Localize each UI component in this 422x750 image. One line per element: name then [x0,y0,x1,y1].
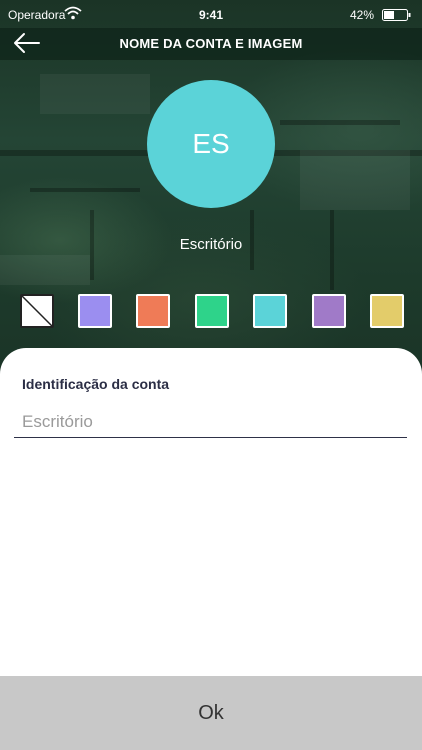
page-title: NOME DA CONTA E IMAGEM [119,36,303,51]
swatch-orange[interactable] [136,294,170,328]
swatch-none[interactable] [20,294,54,328]
swatch-purple[interactable] [312,294,346,328]
account-name-input[interactable] [14,406,407,438]
avatar-initials: ES [192,128,230,159]
avatar: ES [147,80,275,208]
status-bar: Operadora 9:41 42% [0,0,422,28]
account-name: Escritório [179,236,243,253]
battery-percent: 42% [349,8,374,22]
swatch-lavender[interactable] [78,294,112,328]
no-color-icon [22,296,52,326]
ok-button-label: Ok [198,701,224,724]
ok-button[interactable]: Ok [0,676,422,750]
swatch-cyan[interactable] [253,294,287,328]
battery-icon [382,9,411,21]
account-id-label: Identificação da conta [22,376,170,392]
form-sheet: Identificação da conta [0,348,422,676]
nav-bar: NOME DA CONTA E IMAGEM [0,28,422,60]
swatch-yellow[interactable] [370,294,404,328]
swatch-green[interactable] [195,294,229,328]
color-picker [20,294,404,328]
